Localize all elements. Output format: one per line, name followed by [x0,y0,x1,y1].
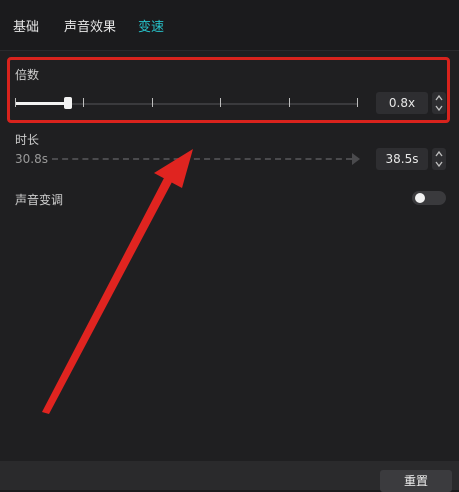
tab-speed[interactable]: 变速 [138,16,164,35]
pitch-label: 声音变调 [15,193,64,207]
tab-basic[interactable]: 基础 [13,16,39,35]
chevron-up-icon[interactable] [435,150,443,158]
speed-stepper[interactable] [432,92,446,114]
speed-slider-tick [289,98,290,107]
toggle-knob [415,193,425,203]
speed-value-input[interactable]: 0.8x [376,92,428,114]
speed-slider-handle[interactable] [64,97,72,109]
reset-button[interactable]: 重置 [380,470,452,492]
duration-label: 时长 [15,133,40,147]
speed-label: 倍数 [15,68,40,82]
speed-slider-tick [15,98,16,107]
chevron-up-icon[interactable] [435,94,443,102]
pitch-toggle[interactable] [412,191,446,205]
duration-arrow-line [52,158,352,160]
tab-audio-effects[interactable]: 声音效果 [64,16,116,35]
duration-value-input[interactable]: 38.5s [376,148,428,170]
arrow-right-icon [352,153,360,165]
chevron-down-icon[interactable] [435,104,443,112]
speed-slider-tick [357,98,358,107]
speed-slider-tick [220,98,221,107]
speed-slider-tick [152,98,153,107]
duration-stepper[interactable] [432,148,446,170]
speed-slider-tick [83,98,84,107]
chevron-down-icon[interactable] [435,160,443,168]
tab-bar: 基础 声音效果 变速 [0,0,459,50]
duration-original: 30.8s [15,152,48,166]
speed-slider-fill [15,102,68,105]
